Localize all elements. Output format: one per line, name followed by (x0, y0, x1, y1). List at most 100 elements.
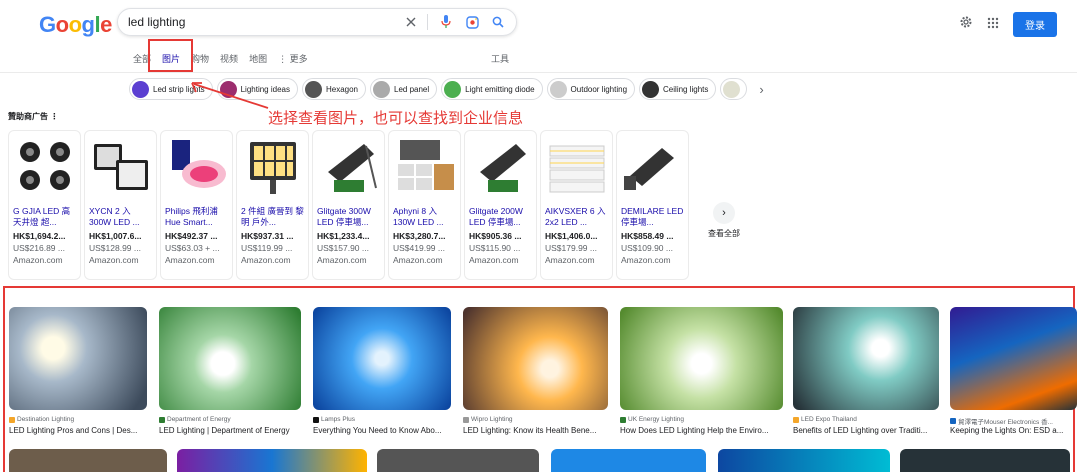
source-label: Destination Lighting (17, 416, 75, 423)
chip[interactable]: Hexagon (301, 78, 366, 100)
settings-gear-icon[interactable] (959, 15, 973, 34)
chip[interactable]: Ceiling lights (639, 78, 717, 100)
search-input[interactable] (128, 15, 393, 29)
product-card[interactable]: DEMILARE LED 停車場... HK$858.49 ... US$109.9… (616, 130, 689, 280)
logo-letter: o (68, 12, 82, 37)
chip[interactable]: Outdoor lighting (546, 78, 636, 100)
chip-thumbnail (373, 80, 390, 98)
chip-label: Light emitting diode (465, 84, 535, 94)
product-image (313, 131, 384, 203)
image-result-source[interactable]: Destination Lighting (9, 416, 74, 423)
clear-icon[interactable] (403, 14, 419, 30)
image-result-title[interactable]: Benefits of LED Lighting over Traditi... (793, 426, 927, 435)
product-card[interactable]: 2 件組 廣晉到 黎明 戶外... HK$937.31 ... US$119.99 … (236, 130, 309, 280)
image-result-thumbnail[interactable] (377, 449, 539, 472)
image-result-thumbnail[interactable] (793, 307, 939, 410)
product-usd-price: US$179.99 ... (545, 243, 597, 253)
search-icon[interactable] (490, 14, 506, 30)
image-result-thumbnail[interactable] (177, 449, 367, 472)
camera-lens-icon[interactable] (464, 14, 480, 30)
image-result-thumbnail[interactable] (9, 307, 147, 410)
product-store: Amazon.com (317, 255, 367, 265)
tools-button[interactable]: 工具 (491, 52, 509, 65)
product-card[interactable]: Glitgate 200W LED 停車場... HK$905.36 ... US$… (464, 130, 537, 280)
product-image (465, 131, 536, 203)
image-result-source[interactable]: LED Expo Thailand (793, 416, 857, 423)
image-result-source[interactable]: 貿澤電子Mouser Electronics 香... (950, 416, 1053, 426)
product-image (541, 131, 612, 203)
search-box[interactable] (117, 8, 517, 36)
chip-thumbnail (642, 80, 660, 98)
product-store: Amazon.com (621, 255, 671, 265)
product-store: Amazon.com (165, 255, 215, 265)
source-label: Lamps Plus (321, 416, 355, 423)
product-title[interactable]: DEMILARE LED 停車場... (617, 203, 688, 229)
product-title[interactable]: Philips 飛利浦 Hue Smart... (161, 203, 232, 229)
product-title[interactable]: Glitgate 300W LED 停車場... (313, 203, 384, 229)
product-title[interactable]: Aphyni 8 入 130W LED ... (389, 203, 460, 229)
image-result-source[interactable]: UK Energy Lighting (620, 416, 684, 423)
more-options-icon[interactable]: ⋮ (50, 112, 58, 121)
image-result-source[interactable]: Lamps Plus (313, 416, 355, 423)
chip[interactable]: Led panel (370, 78, 438, 100)
image-result-title[interactable]: Everything You Need to Know Abo... (313, 426, 442, 435)
product-image (85, 131, 156, 203)
product-usd-price: US$128.99 ... (89, 243, 141, 253)
product-card[interactable]: Aphyni 8 入 130W LED ... HK$3,280.7... US$4… (388, 130, 461, 280)
google-logo[interactable]: Google (39, 12, 112, 38)
product-title[interactable]: Glitgate 200W LED 停車場... (465, 203, 536, 229)
product-card[interactable]: AIKVSXER 6 入 2x2 LED ... HK$1,406.0... US$… (540, 130, 613, 280)
image-result-thumbnail[interactable] (718, 449, 890, 472)
image-result-title[interactable]: How Does LED Lighting Help the Enviro... (620, 426, 769, 435)
product-title[interactable]: G GJIA LED 高天井燈 超... (9, 203, 80, 229)
view-all-button[interactable]: › 查看全部 (706, 202, 742, 239)
chip[interactable] (720, 78, 748, 100)
product-title[interactable]: XYCN 2 入 300W LED ... (85, 203, 156, 229)
tab-2[interactable]: 购物 (191, 52, 209, 66)
image-result-source[interactable]: Department of Energy (159, 416, 231, 423)
product-title[interactable]: AIKVSXER 6 入 2x2 LED ... (541, 203, 612, 229)
chevron-right-icon: › (713, 202, 735, 224)
image-result-thumbnail[interactable] (900, 449, 1070, 472)
image-result-thumbnail[interactable] (463, 307, 608, 410)
tab-5[interactable]: ⋮ 更多 (278, 52, 308, 66)
image-result-thumbnail[interactable] (159, 307, 301, 410)
product-price: HK$905.36 ... (469, 231, 522, 241)
favicon-icon (313, 416, 319, 423)
image-result-source[interactable]: Wipro Lighting (463, 416, 513, 423)
tab-4[interactable]: 地图 (249, 52, 267, 66)
logo-letter: g (81, 12, 95, 37)
product-price: HK$937.31 ... (241, 231, 294, 241)
chip-thumbnail (723, 80, 741, 98)
product-usd-price: US$115.90 ... (469, 243, 521, 253)
image-result-title[interactable]: LED Lighting Pros and Cons | Des... (9, 426, 137, 435)
microphone-icon[interactable] (438, 14, 454, 30)
source-label: Wipro Lighting (471, 416, 513, 423)
image-result-thumbnail[interactable] (313, 307, 451, 410)
image-result-thumbnail[interactable] (620, 307, 783, 410)
image-result-thumbnail[interactable] (551, 449, 706, 472)
image-result-title[interactable]: Keeping the Lights On: ESD a... (950, 426, 1063, 435)
search-divider (427, 14, 428, 30)
product-price: HK$492.37 ... (165, 231, 218, 241)
image-result-title[interactable]: LED Lighting: Know its Health Bene... (463, 426, 596, 435)
tab-3[interactable]: 视频 (220, 52, 238, 66)
product-image (161, 131, 232, 203)
product-title[interactable]: 2 件組 廣晉到 黎明 戶外... (237, 203, 308, 229)
chevron-right-icon[interactable]: › (759, 82, 763, 97)
sign-in-button[interactable]: 登录 (1013, 12, 1057, 37)
product-card[interactable]: G GJIA LED 高天井燈 超... HK$1,694.2... US$216.… (8, 130, 81, 280)
product-price: HK$1,007.6... (89, 231, 142, 241)
product-card[interactable]: XYCN 2 入 300W LED ... HK$1,007.6... US$128… (84, 130, 157, 280)
product-card[interactable]: Glitgate 300W LED 停車場... HK$1,233.4... US$… (312, 130, 385, 280)
favicon-icon (620, 416, 626, 423)
image-result-title[interactable]: LED Lighting | Department of Energy (159, 426, 290, 435)
chip[interactable]: Light emitting diode (441, 78, 543, 100)
product-card[interactable]: Philips 飛利浦 Hue Smart... HK$492.37 ... US$… (160, 130, 233, 280)
apps-grid-icon[interactable] (987, 16, 999, 34)
image-result-thumbnail[interactable] (950, 307, 1077, 410)
product-usd-price: US$109.90 ... (621, 243, 673, 253)
image-result-thumbnail[interactable] (9, 449, 167, 472)
favicon-icon (463, 416, 469, 423)
chip-thumbnail (304, 80, 322, 98)
